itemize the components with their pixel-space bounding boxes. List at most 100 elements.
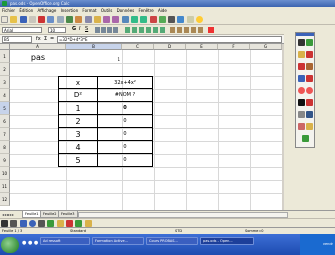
stamp-icon[interactable]: [306, 123, 313, 130]
paste-icon[interactable]: [93, 16, 101, 23]
start-button[interactable]: [1, 237, 19, 253]
curve-icon[interactable]: [298, 87, 305, 94]
undo-icon[interactable]: [103, 16, 111, 23]
name-box[interactable]: B5: [2, 36, 32, 43]
font-name-select[interactable]: Arial: [2, 27, 42, 33]
menu-donnees[interactable]: Données: [117, 8, 135, 13]
task-cours-probas[interactable]: Cours PROBAS...: [146, 237, 198, 245]
row-header-2[interactable]: 2: [0, 63, 10, 76]
font-color-icon[interactable]: [208, 27, 214, 33]
new-document-icon[interactable]: [1, 16, 8, 23]
cell-x-5[interactable]: 5: [58, 153, 98, 167]
edit-icon[interactable]: [28, 16, 36, 23]
menu-fichier[interactable]: Fichier: [2, 8, 15, 13]
open-folder-icon[interactable]: [10, 16, 18, 23]
draw-text-icon[interactable]: [38, 220, 46, 227]
row-header-6[interactable]: 6: [0, 115, 10, 128]
preview-icon[interactable]: [56, 16, 64, 23]
clock-icon[interactable]: [302, 135, 309, 142]
bold-icon[interactable]: G: [72, 26, 76, 32]
spellcheck-icon[interactable]: [65, 16, 73, 23]
row-header-12[interactable]: 12: [0, 193, 10, 206]
sort-descending-icon[interactable]: [140, 16, 148, 23]
column-header-d[interactable]: D: [154, 44, 186, 50]
draw-rectangle-icon[interactable]: [19, 220, 27, 227]
draw-ellipse-icon[interactable]: [28, 220, 36, 227]
column-header-e[interactable]: E: [186, 44, 218, 50]
eraser-icon[interactable]: [306, 99, 313, 106]
shape-alt-icon[interactable]: [306, 111, 313, 118]
tab-feuille1[interactable]: Feuille1: [22, 211, 42, 218]
cell-y-5[interactable]: 0: [97, 153, 153, 167]
navigator-icon[interactable]: [168, 16, 176, 23]
save-icon[interactable]: [19, 16, 27, 23]
cell-x-4[interactable]: 4: [58, 140, 98, 154]
cell-b4[interactable]: #NOM ?: [97, 88, 153, 102]
rectangle-icon[interactable]: [298, 99, 305, 106]
cell-y-1[interactable]: 0: [97, 101, 153, 115]
menu-format[interactable]: Format: [82, 8, 96, 13]
italic-icon[interactable]: I: [79, 26, 80, 32]
row-header-11[interactable]: 11: [0, 180, 10, 193]
gallery-icon[interactable]: [177, 16, 185, 23]
formula-input[interactable]: =32*D+4*3*E: [57, 36, 282, 43]
pen-alt-icon[interactable]: [306, 63, 313, 70]
column-header-b[interactable]: B: [66, 44, 122, 50]
pen-icon[interactable]: [298, 63, 305, 70]
text-icon[interactable]: [298, 75, 305, 82]
menu-insertion[interactable]: Insertion: [61, 8, 79, 13]
pencil-icon[interactable]: [298, 51, 305, 58]
pdf-icon[interactable]: [38, 16, 46, 23]
cell-y-4[interactable]: 0: [97, 140, 153, 154]
line-icon[interactable]: [306, 39, 313, 46]
menu-fenetre[interactable]: Fenêtre: [139, 8, 154, 13]
row-header-9[interactable]: 9: [0, 154, 10, 167]
draw-shapes-icon[interactable]: [47, 220, 55, 227]
fontwork-icon[interactable]: [84, 220, 92, 227]
number-format-icons[interactable]: [125, 27, 165, 33]
zoom-icon[interactable]: [186, 16, 194, 23]
sum-icon[interactable]: Σ: [44, 36, 47, 42]
menu-outils[interactable]: Outils: [101, 8, 113, 13]
row-header-5[interactable]: 5: [0, 102, 10, 115]
help-icon[interactable]: [195, 16, 203, 23]
align-buttons-icon[interactable]: [95, 27, 119, 33]
cell-y-2[interactable]: 0: [97, 114, 153, 128]
spreadsheet-grid[interactable]: A B C D E F G 1 2 3 4 5 6 7 8 9 10 11 12…: [0, 44, 282, 210]
hyperlink-icon[interactable]: [121, 16, 129, 23]
tab-nav-arrows-icon[interactable]: ◂◂◂▸▸▸: [2, 212, 14, 217]
draw-icon[interactable]: [158, 16, 166, 23]
draw-symbols-icon[interactable]: [56, 220, 64, 227]
redo-icon[interactable]: [112, 16, 120, 23]
select-arrow-icon[interactable]: [298, 39, 305, 46]
chart-icon[interactable]: [149, 16, 157, 23]
shape-icon[interactable]: [298, 111, 305, 118]
row-header-1[interactable]: 1: [0, 50, 10, 63]
menu-affichage[interactable]: Affichage: [37, 8, 56, 13]
font-size-select[interactable]: 10: [48, 27, 66, 33]
tab-feuille3[interactable]: Feuille3: [58, 211, 78, 218]
function-icon[interactable]: =: [50, 36, 54, 42]
indent-border-icons[interactable]: [170, 27, 205, 33]
menu-aide[interactable]: Aide: [158, 8, 167, 13]
column-header-c[interactable]: C: [122, 44, 154, 50]
cut-icon[interactable]: [75, 16, 83, 23]
cell-a4[interactable]: D²: [58, 88, 98, 102]
toolbox-titlebar[interactable]: [296, 33, 314, 36]
row-header-3[interactable]: 3: [0, 76, 10, 89]
curve-alt-icon[interactable]: [306, 87, 313, 94]
task-pas-ods[interactable]: pas.ods - Open...: [200, 237, 254, 245]
quicklaunch-icons[interactable]: ● ● ●: [22, 240, 38, 246]
column-header-g[interactable]: G: [250, 44, 282, 50]
print-icon[interactable]: [47, 16, 55, 23]
cell-x-3[interactable]: 3: [58, 127, 98, 141]
cell-a1[interactable]: pas: [10, 53, 66, 62]
underline-icon[interactable]: S: [85, 26, 88, 32]
cell-y-3[interactable]: 0: [97, 127, 153, 141]
copy-icon[interactable]: [84, 16, 92, 23]
task-formation-active[interactable]: Formation Active...: [92, 237, 144, 245]
task-adressoft[interactable]: Ad ressoft: [40, 237, 90, 245]
cell-b1[interactable]: 1: [66, 57, 120, 62]
sort-ascending-icon[interactable]: [130, 16, 138, 23]
row-header-4[interactable]: 4: [0, 89, 10, 102]
